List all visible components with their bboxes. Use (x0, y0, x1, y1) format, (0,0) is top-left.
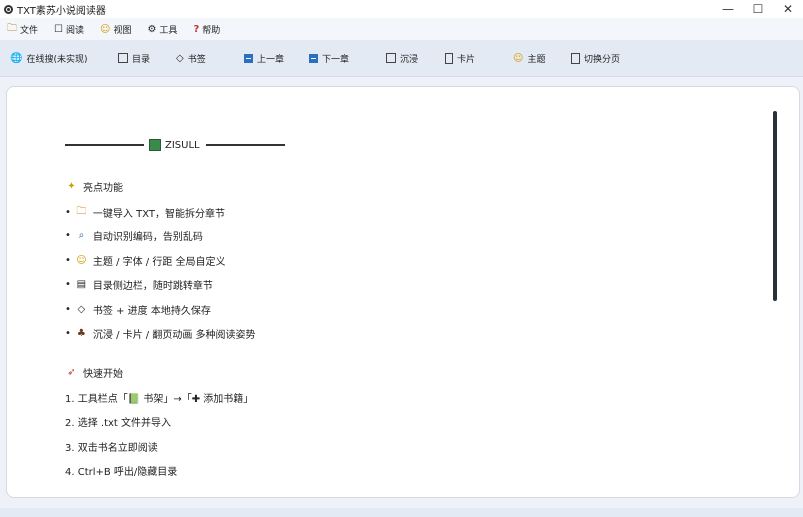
card-icon (445, 52, 453, 64)
feature-item: • ▤ 目录侧边栏，随时跳转章节 (65, 279, 213, 292)
feature-text: 自动识别编码，告别乱码 (92, 232, 203, 243)
feature-text: 目录侧边栏，随时跳转章节 (92, 281, 213, 292)
toc-label: 目录 (132, 54, 151, 65)
menu-file[interactable]: 🗀 文件 (7, 21, 38, 38)
step-text: 4. Ctrl+B 呼出/隐藏目录 (65, 467, 178, 478)
quick-start-title: 快速开始 (83, 369, 123, 380)
next-chapter-label: 下一章 (322, 54, 350, 65)
toc-button[interactable]: 目录 (118, 40, 150, 76)
menu-read-label: 阅读 (65, 25, 84, 36)
menu-file-label: 文件 (20, 25, 39, 36)
prev-chapter-label: 上一章 (257, 54, 285, 65)
theme-button[interactable]: ☺ 主题 (513, 40, 545, 76)
feature-item: • ♣ 沉浸 / 卡片 / 翻页动画 多种阅读姿势 (65, 328, 256, 341)
window-icon: ☐ (54, 23, 63, 35)
feature-text: 沉浸 / 卡片 / 翻页动画 多种阅读姿势 (92, 330, 256, 341)
step-item: 4. Ctrl+B 呼出/隐藏目录 (65, 463, 177, 478)
menu-help[interactable]: ? 帮助 (193, 23, 220, 36)
folder-icon: 🗀 (76, 206, 87, 217)
brand-name: ZISULL (165, 139, 200, 151)
joystick-icon: ♣ (76, 328, 86, 339)
window-controls: — ☐ ✕ (713, 0, 803, 18)
step-text: 1. 工具栏点「📗 书架」→「✚ 添加书籍」 (65, 394, 254, 405)
features-heading: ✦ 亮点功能 (65, 179, 123, 194)
toc-icon (118, 53, 128, 63)
card-button[interactable]: 卡片 (445, 40, 475, 76)
online-search-button[interactable]: 🌐 在线搜(未实现) (10, 40, 87, 76)
scrollbar-thumb[interactable] (773, 111, 777, 301)
maximize-button[interactable]: ☐ (743, 0, 773, 18)
menu-view-label: 视图 (113, 25, 132, 36)
page-icon (571, 52, 580, 64)
menu-tools-label: 工具 (159, 25, 178, 36)
next-chapter-button[interactable]: 下一章 (309, 40, 349, 76)
menu-bar: 🗀 文件 ☐ 阅读 ☺ 视图 ⚙ 工具 ? 帮助 (0, 18, 803, 40)
card-label: 卡片 (457, 54, 476, 65)
book-icon (149, 139, 161, 151)
step-item: 3. 双击书名立即阅读 (65, 439, 158, 454)
feature-text: 一键导入 TXT，智能拆分章节 (92, 209, 225, 220)
toolbar: 🌐 在线搜(未实现) 目录 ◇ 书签 上一章 下一章 沉浸 卡片 ☺ 主题 切换… (0, 40, 803, 77)
step-item: 2. 选择 .txt 文件并导入 (65, 414, 171, 429)
close-button[interactable]: ✕ (773, 0, 803, 18)
feature-item: • ☺ 主题 / 字体 / 行距 全局自定义 (65, 255, 226, 268)
globe-icon: 🌐 (10, 52, 23, 64)
prev-icon (244, 53, 253, 63)
palette-icon: ☺ (76, 255, 87, 266)
rocket-icon: ➶ (67, 367, 76, 378)
folder-icon: 🗀 (7, 22, 17, 34)
quick-start-heading: ➶ 快速开始 (65, 365, 123, 380)
reader-content[interactable]: ZISULL ✦ 亮点功能 • 🗀 一键导入 TXT，智能拆分章节 • ⌕ 自动… (6, 86, 800, 498)
divider-left (65, 144, 144, 146)
menu-view[interactable]: ☺ 视图 (100, 23, 131, 36)
palette-icon: ☺ (513, 52, 524, 64)
app-icon (4, 4, 13, 14)
title-bar: TXT素苏小说阅读器 — ☐ ✕ (0, 0, 803, 18)
step-text: 2. 选择 .txt 文件并导入 (65, 418, 172, 429)
feature-text: 主题 / 字体 / 行距 全局自定义 (92, 257, 226, 268)
brand-header: ZISULL (65, 139, 285, 151)
window-title: TXT素苏小说阅读器 (17, 5, 106, 17)
menu-help-label: 帮助 (202, 25, 221, 36)
gear-icon: ⚙ (147, 23, 157, 35)
bookmark-icon: ◇ (176, 52, 184, 64)
magnifier-icon: ⌕ (78, 230, 85, 241)
menu-tools[interactable]: ⚙ 工具 (147, 23, 177, 36)
online-search-label: 在线搜(未实现) (26, 54, 88, 65)
clipboard-icon: ▤ (76, 279, 87, 290)
prev-chapter-button[interactable]: 上一章 (244, 40, 284, 76)
step-text: 3. 双击书名立即阅读 (65, 443, 158, 454)
immersive-label: 沉浸 (400, 54, 419, 65)
feature-text: 书签 + 进度 本地持久保存 (92, 306, 211, 317)
sparkle-icon: ✦ (67, 181, 76, 192)
status-bar (0, 508, 803, 517)
bookmark-label: 书签 (187, 54, 206, 65)
paging-label: 切换分页 (584, 54, 621, 65)
feature-item: • 🗀 一键导入 TXT，智能拆分章节 (65, 206, 225, 220)
step-item: 1. 工具栏点「📗 书架」→「✚ 添加书籍」 (65, 390, 253, 405)
paging-button[interactable]: 切换分页 (571, 40, 620, 76)
immersive-button[interactable]: 沉浸 (386, 40, 418, 76)
question-icon: ? (193, 23, 200, 35)
feature-item: • ◇ 书签 + 进度 本地持久保存 (65, 304, 211, 317)
features-title: 亮点功能 (83, 183, 123, 194)
feature-item: • ⌕ 自动识别编码，告别乱码 (65, 230, 203, 243)
bookmark-icon: ◇ (77, 304, 86, 315)
menu-read[interactable]: ☐ 阅读 (54, 23, 84, 36)
smiley-icon: ☺ (100, 23, 111, 35)
bookmark-button[interactable]: ◇ 书签 (176, 40, 206, 76)
minimize-button[interactable]: — (713, 0, 743, 18)
next-icon (309, 53, 318, 63)
checkbox-icon (386, 53, 396, 63)
theme-label: 主题 (527, 54, 546, 65)
divider-right (205, 144, 285, 146)
